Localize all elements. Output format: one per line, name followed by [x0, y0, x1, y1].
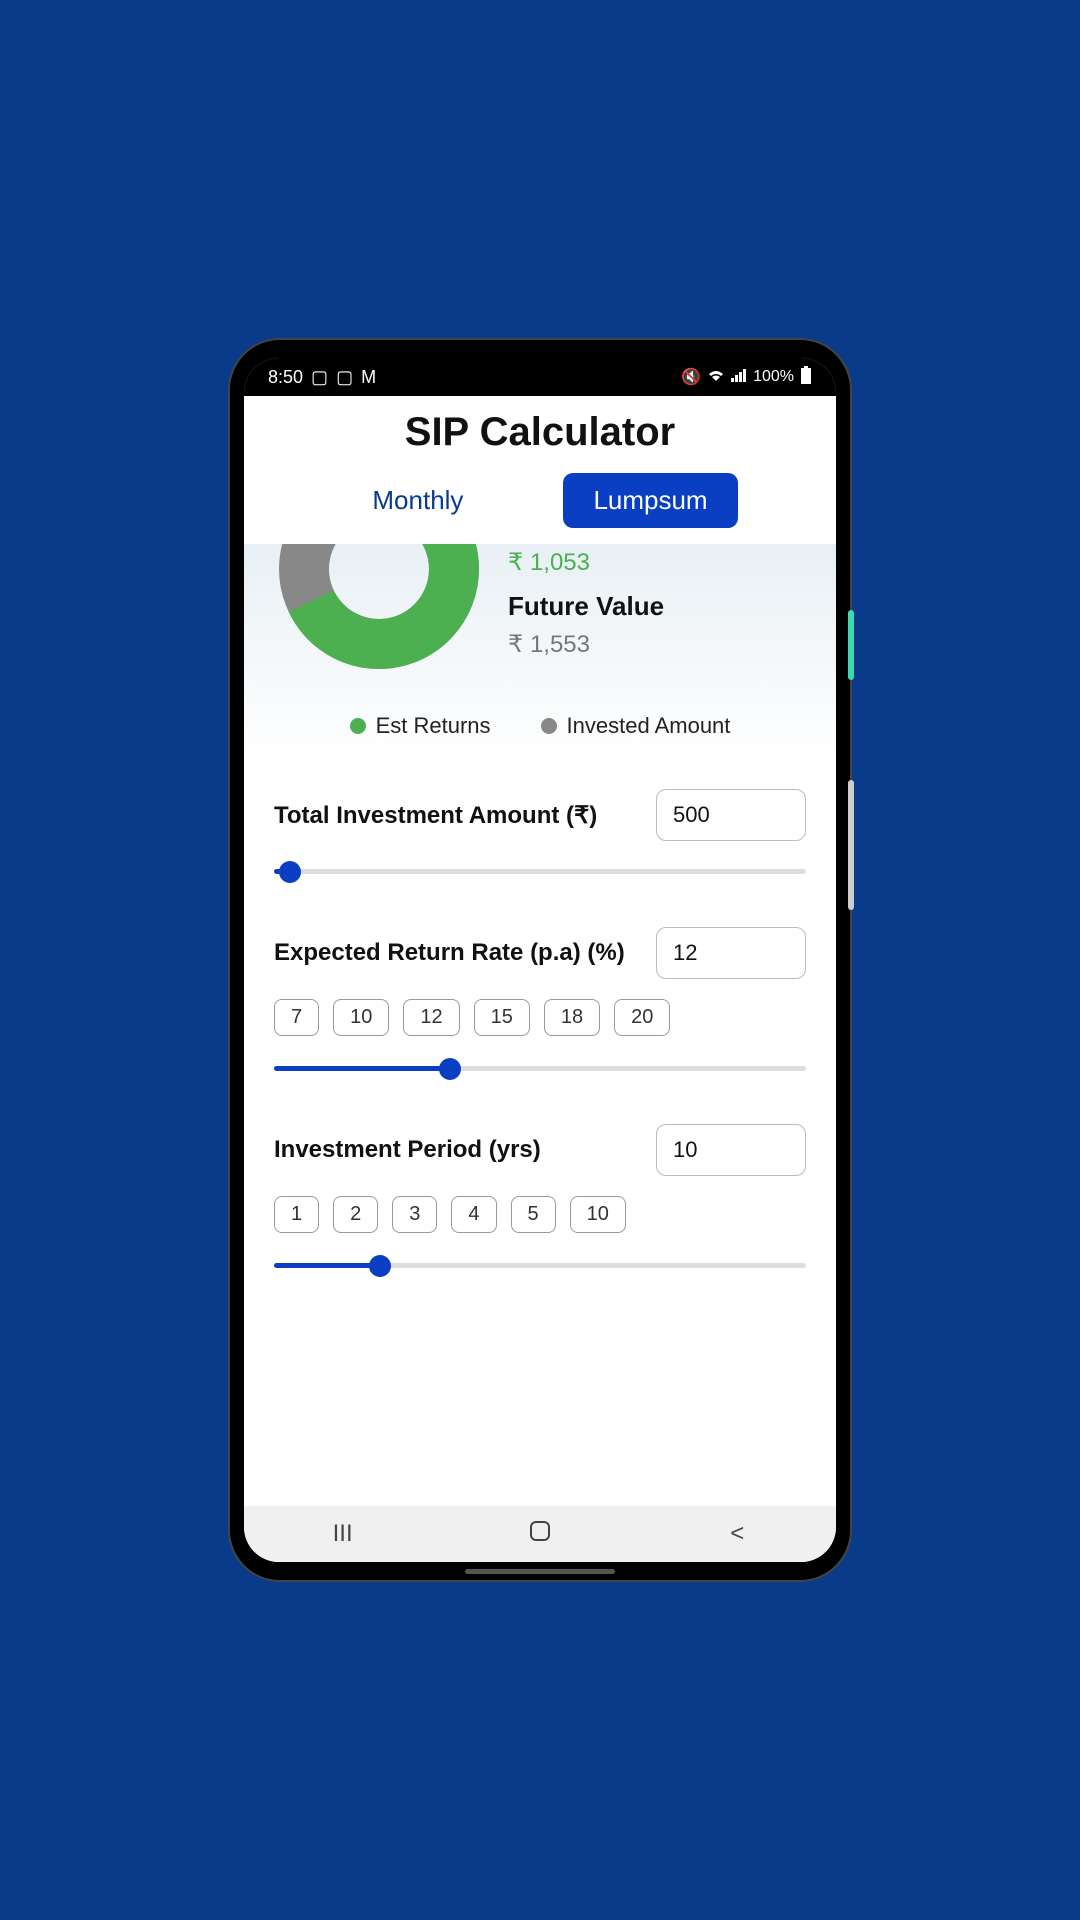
chip-period-10[interactable]: 10: [570, 1196, 626, 1233]
chip-rate-18[interactable]: 18: [544, 999, 600, 1036]
investment-period-group: Investment Period (yrs) 10 1 2 3 4 5 10: [274, 1124, 806, 1275]
power-button: [848, 610, 854, 680]
page-title: SIP Calculator: [244, 410, 836, 455]
app-header: SIP Calculator: [244, 396, 836, 473]
return-rate-slider[interactable]: [274, 1058, 806, 1078]
inputs-section: Total Investment Amount (₹) 500 Expected…: [244, 759, 836, 1506]
chip-period-3[interactable]: 3: [392, 1196, 437, 1233]
investment-amount-input[interactable]: 500: [656, 789, 806, 841]
chart-section: ₹ 1,053 Future Value ₹ 1,553 Est Returns…: [244, 544, 836, 759]
est-returns-value: ₹ 1,053: [508, 548, 664, 577]
nav-home[interactable]: [451, 1520, 629, 1549]
mute-icon: 🔇: [681, 367, 701, 387]
legend-dot-green: [350, 718, 366, 734]
battery-text: 100%: [753, 368, 794, 386]
battery-icon: [800, 366, 812, 389]
investment-period-input[interactable]: 10: [656, 1124, 806, 1176]
wifi-icon: [707, 368, 725, 387]
investment-amount-label: Total Investment Amount (₹): [274, 801, 638, 830]
chip-rate-10[interactable]: 10: [333, 999, 389, 1036]
legend-returns: Est Returns: [350, 713, 491, 739]
chip-period-5[interactable]: 5: [511, 1196, 556, 1233]
return-rate-group: Expected Return Rate (p.a) (%) 12 7 10 1…: [274, 927, 806, 1078]
system-nav-bar: III <: [244, 1506, 836, 1562]
investment-period-slider[interactable]: [274, 1255, 806, 1275]
investment-amount-slider[interactable]: [274, 861, 806, 881]
chip-period-1[interactable]: 1: [274, 1196, 319, 1233]
chart-legend: Est Returns Invested Amount: [274, 713, 806, 739]
return-rate-label: Expected Return Rate (p.a) (%): [274, 939, 638, 967]
tab-monthly[interactable]: Monthly: [342, 473, 493, 528]
phone-screen: 8:50 ▢ ▢ M 🔇 100% SIP Calculator: [244, 358, 836, 1562]
return-rate-chips: 7 10 12 15 18 20: [274, 999, 806, 1036]
future-value-label: Future Value: [508, 591, 664, 622]
nav-recents[interactable]: III: [254, 1520, 432, 1548]
chip-rate-20[interactable]: 20: [614, 999, 670, 1036]
phone-frame: 8:50 ▢ ▢ M 🔇 100% SIP Calculator: [230, 340, 850, 1580]
signal-icon: [731, 368, 747, 387]
status-time: 8:50: [268, 367, 303, 388]
investment-period-chips: 1 2 3 4 5 10: [274, 1196, 806, 1233]
return-rate-input[interactable]: 12: [656, 927, 806, 979]
chip-period-2[interactable]: 2: [333, 1196, 378, 1233]
donut-chart: [274, 544, 484, 679]
chip-rate-12[interactable]: 12: [403, 999, 459, 1036]
legend-dot-grey: [541, 718, 557, 734]
mail-icon: M: [361, 367, 376, 388]
tab-lumpsum[interactable]: Lumpsum: [563, 473, 737, 528]
nav-back[interactable]: <: [649, 1520, 827, 1548]
volume-button: [848, 780, 854, 910]
home-indicator: [465, 1569, 615, 1574]
future-value: ₹ 1,553: [508, 630, 664, 659]
investment-amount-group: Total Investment Amount (₹) 500: [274, 789, 806, 881]
status-bar: 8:50 ▢ ▢ M 🔇 100%: [244, 358, 836, 396]
chip-period-4[interactable]: 4: [451, 1196, 496, 1233]
tabs: Monthly Lumpsum: [244, 473, 836, 544]
chip-rate-7[interactable]: 7: [274, 999, 319, 1036]
message-icon: ▢: [336, 367, 353, 388]
investment-period-label: Investment Period (yrs): [274, 1136, 638, 1164]
legend-invested: Invested Amount: [541, 713, 731, 739]
image-icon: ▢: [311, 367, 328, 388]
chip-rate-15[interactable]: 15: [474, 999, 530, 1036]
